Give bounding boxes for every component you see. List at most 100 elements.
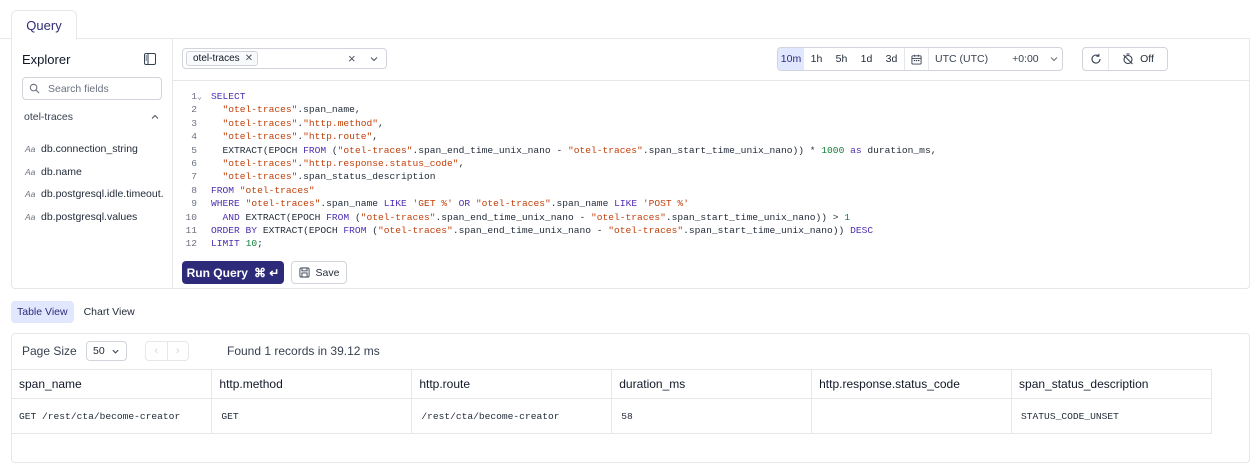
- column-header[interactable]: span_name: [12, 369, 213, 399]
- range-3d-button[interactable]: 3d: [879, 48, 904, 70]
- code-token: "otel-traces": [245, 198, 321, 210]
- data-source-select[interactable]: otel-traces ✕ ×: [182, 48, 387, 69]
- code-token: AND: [222, 211, 240, 223]
- string-type-icon: Aa: [25, 144, 36, 155]
- fold-chevron-icon[interactable]: ⌄: [197, 91, 211, 104]
- table-cell: GET /rest/cta/become-creator: [12, 398, 213, 434]
- run-query-button[interactable]: Run Query ⌘ ↵: [182, 261, 284, 284]
- tab-chart-view[interactable]: Chart View: [78, 301, 141, 323]
- range-10m-button[interactable]: 10m: [778, 48, 804, 70]
- code-token: .span_end_time_unix_nano -: [452, 225, 609, 236]
- page-size-select[interactable]: 50: [86, 341, 127, 361]
- code-token: ;: [257, 238, 263, 250]
- string-type-icon: Aa: [25, 189, 36, 200]
- code-token: "http.response.status_code": [303, 158, 459, 169]
- line-number: 7: [191, 171, 197, 183]
- line-number: 9: [191, 198, 197, 210]
- field-item[interactable]: Aa db.postgresql.values: [25, 206, 164, 229]
- string-type-icon: Aa: [25, 166, 36, 177]
- chevron-down-icon[interactable]: [369, 54, 379, 64]
- column-header[interactable]: span_status_description: [1011, 369, 1212, 399]
- field-list: Aa db.connection_string Aa db.name Aa db.po…: [25, 138, 164, 228]
- explorer-sidebar: Explorer otel-traces Aa db.connection_str…: [12, 38, 173, 288]
- code-token: LIMIT: [211, 238, 240, 250]
- auto-refresh-toggle[interactable]: Off: [1109, 48, 1167, 70]
- code-token: "otel-traces": [567, 144, 643, 156]
- code-token: .span_end_time_unix_nano -: [412, 144, 568, 156]
- run-shortcut-hint: ⌘ ↵: [253, 265, 280, 280]
- sql-editor[interactable]: 1⌄ SELECT 2 "otel-traces".span_name, 3 "ote…: [173, 90, 1250, 258]
- field-search[interactable]: [22, 77, 162, 100]
- code-line[interactable]: 12 LIMIT 10;: [173, 237, 263, 250]
- code-token: EXTRACT(EPOCH: [257, 225, 344, 236]
- chevron-down-icon: [112, 349, 119, 354]
- save-button[interactable]: Save: [291, 261, 347, 284]
- code-token: LIKE: [614, 198, 638, 210]
- code-token: ,: [458, 158, 465, 169]
- time-range-group: 10m 1h 5h 1d 3d UTC (UTC) +0:00: [777, 47, 1063, 71]
- code-line[interactable]: 10 AND EXTRACT(EPOCH FROM ("otel-traces"…: [173, 211, 850, 224]
- code-line[interactable]: 6 "otel-traces"."http.response.status_co…: [173, 157, 464, 170]
- code-token: (: [349, 211, 361, 223]
- line-number: 5: [191, 144, 197, 156]
- chip-remove-icon[interactable]: ✕: [245, 53, 253, 64]
- code-token: as: [850, 144, 862, 156]
- prev-page-icon[interactable]: ‹: [146, 342, 168, 360]
- code-line[interactable]: 4 "otel-traces"."http.route",: [173, 130, 378, 143]
- code-token: FROM: [326, 211, 350, 223]
- page-size-value: 50: [93, 345, 105, 357]
- save-icon: [298, 267, 310, 278]
- code-line[interactable]: 9 WHERE "otel-traces".span_name LIKE 'GET…: [173, 197, 689, 210]
- source-group-header[interactable]: otel-traces: [24, 110, 160, 124]
- table-row[interactable]: GET /rest/cta/become-creator GET /rest/c…: [12, 398, 1212, 434]
- code-token: "otel-traces": [377, 225, 453, 236]
- range-5h-button[interactable]: 5h: [829, 48, 854, 70]
- code-token: .span_start_time_unix_nano)) *: [642, 144, 822, 156]
- code-token: "otel-traces": [222, 131, 298, 143]
- field-item[interactable]: Aa db.connection_string: [25, 138, 164, 161]
- field-item[interactable]: Aa db.postgresql.idle.timeout.: [25, 183, 164, 206]
- field-item[interactable]: Aa db.name: [25, 161, 164, 184]
- code-line[interactable]: 1⌄ SELECT: [173, 90, 246, 104]
- search-fields-input[interactable]: [48, 82, 158, 95]
- code-line[interactable]: 5 EXTRACT(EPOCH FROM ("otel-traces".span…: [173, 144, 936, 157]
- calendar-button[interactable]: [904, 48, 929, 70]
- results-panel: Page Size 50 ‹ › Found 1 records in 39.1…: [11, 333, 1250, 463]
- code-line[interactable]: 3 "otel-traces"."http.method",: [173, 117, 384, 130]
- code-line[interactable]: 2 "otel-traces".span_name,: [173, 103, 361, 116]
- code-token: "otel-traces": [475, 198, 551, 210]
- refresh-icon: [1090, 53, 1101, 64]
- column-header[interactable]: http.response.status_code: [811, 369, 1013, 399]
- sidebar-collapse-icon[interactable]: [144, 53, 156, 65]
- code-token: "otel-traces": [337, 144, 413, 156]
- tab-query[interactable]: Query: [11, 10, 77, 40]
- code-token: ORDER BY: [211, 225, 258, 236]
- code-token: .span_end_time_unix_nano -: [435, 211, 591, 223]
- refresh-button[interactable]: [1083, 48, 1109, 70]
- next-page-icon[interactable]: ›: [168, 342, 189, 360]
- code-token: .span_start_time_unix_nano)): [683, 225, 851, 236]
- clear-icon[interactable]: ×: [348, 52, 356, 65]
- range-1d-button[interactable]: 1d: [854, 48, 879, 70]
- range-1h-button[interactable]: 1h: [804, 48, 829, 70]
- column-header[interactable]: http.route: [411, 369, 613, 399]
- tab-table-view[interactable]: Table View: [11, 301, 74, 323]
- code-token: LIKE: [383, 198, 407, 210]
- code-token: SELECT: [211, 91, 246, 102]
- timezone-select[interactable]: UTC (UTC) +0:00: [929, 48, 1062, 70]
- code-token: "otel-traces": [360, 211, 436, 223]
- column-header[interactable]: http.method: [211, 369, 413, 399]
- code-token: EXTRACT(EPOCH: [211, 144, 304, 156]
- column-header[interactable]: duration_ms: [611, 369, 813, 399]
- code-token: FROM: [303, 144, 327, 156]
- code-line[interactable]: 8 FROM "otel-traces": [173, 184, 314, 197]
- code-line[interactable]: 11 ORDER BY EXTRACT(EPOCH FROM ("otel-tra…: [173, 224, 873, 237]
- code-line[interactable]: 7 "otel-traces".span_status_description: [173, 170, 435, 183]
- source-chip: otel-traces ✕: [186, 51, 259, 66]
- code-token: .span_name,: [297, 104, 361, 116]
- chevron-down-icon: [1050, 57, 1058, 62]
- code-token: 1000: [821, 144, 845, 156]
